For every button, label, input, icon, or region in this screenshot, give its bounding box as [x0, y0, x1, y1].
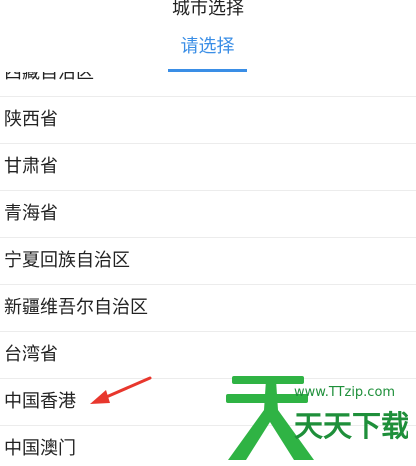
annotation-arrow-icon: [90, 376, 152, 404]
city-picker-screen: 西藏自治区 陕西省 甘肃省 青海省 宁夏回族自治区 新疆维吾尔自治区 台湾省 中…: [0, 0, 416, 466]
